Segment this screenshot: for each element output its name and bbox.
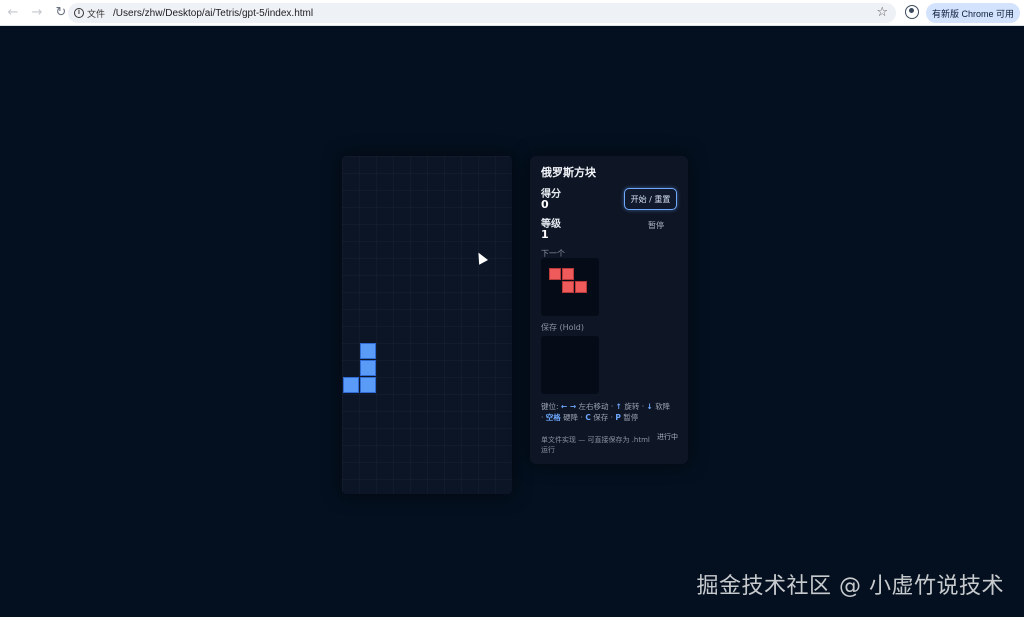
bookmark-star-icon[interactable]: ☆ [876, 5, 888, 20]
chrome-update-button[interactable]: 有新版 Chrome 可用 [926, 3, 1020, 23]
watermark: 掘金技术社区 @ 小虚竹说技术 [696, 574, 1004, 599]
key-left-right: ← → [560, 402, 577, 411]
current-piece-block [343, 377, 359, 393]
info-icon: i [74, 8, 84, 18]
footer-note: 单文件实现 — 可直接保存为 .html 运行 [541, 436, 650, 454]
key-soft-drop-label: 软降 [655, 402, 671, 411]
key-up: ↑ [615, 402, 622, 411]
key-p: P [615, 413, 621, 422]
url-text[interactable]: /Users/zhw/Desktop/ai/Tetris/gpt-5/index… [113, 8, 313, 19]
game-board [342, 156, 512, 494]
current-piece-block [360, 360, 376, 376]
key-hold-label: 保存 [593, 413, 609, 422]
forward-icon[interactable]: → [26, 2, 48, 24]
next-piece-preview [541, 258, 599, 316]
key-c: C [585, 413, 591, 422]
current-piece-block [360, 343, 376, 359]
key-down: ↓ [646, 402, 653, 411]
hold-piece-preview [541, 336, 599, 394]
key-space: 空格 [545, 413, 561, 422]
side-panel: 俄罗斯方块 得分 0 等级 1 开始 / 重置 暂停 下一个 保存 (Hold)… [530, 156, 688, 464]
next-piece-block [549, 268, 561, 280]
profile-icon[interactable] [905, 5, 919, 19]
game-title: 俄罗斯方块 [541, 166, 596, 179]
key-move-label: 左右移动 [578, 402, 609, 411]
file-label: 文件 [87, 8, 106, 19]
start-reset-button[interactable]: 开始 / 重置 [624, 188, 677, 210]
address-bar[interactable]: i 文件 /Users/zhw/Desktop/ai/Tetris/gpt-5/… [68, 3, 896, 23]
hold-label: 保存 (Hold) [541, 323, 584, 332]
score-value: 0 [541, 198, 549, 211]
controls-help: 键位: ← → 左右移动 · ↑ 旋转 · ↓ 软降 · 空格 硬降 · C 保… [541, 402, 671, 422]
site-info-chip[interactable]: i 文件 [74, 7, 113, 20]
pause-button[interactable]: 暂停 [648, 220, 664, 231]
next-piece-block [575, 281, 587, 293]
key-hard-drop-label: 硬降 [563, 413, 579, 422]
current-piece-block [360, 377, 376, 393]
key-rotate-label: 旋转 [624, 402, 640, 411]
controls-prefix: 键位: [541, 402, 559, 411]
key-pause-label: 暂停 [623, 413, 639, 422]
next-piece-block [562, 268, 574, 280]
game-status: 进行中 [657, 433, 678, 441]
next-piece-block [562, 281, 574, 293]
browser-toolbar: ← → ↻ i 文件 /Users/zhw/Desktop/ai/Tetris/… [0, 0, 1024, 26]
level-value: 1 [541, 228, 549, 241]
back-icon[interactable]: ← [2, 2, 24, 24]
